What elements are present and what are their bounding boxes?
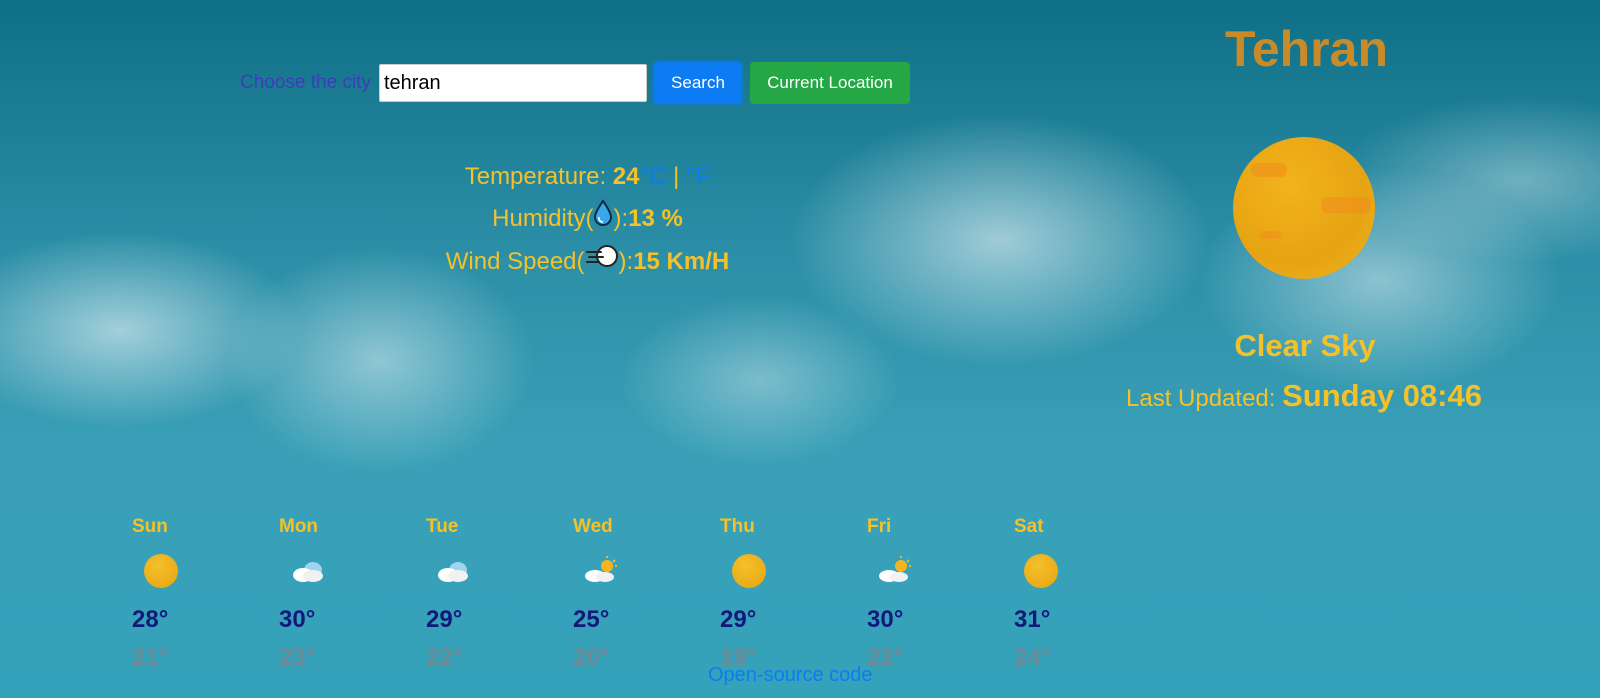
cloud-icon [293, 562, 323, 582]
forecast-day: Mon 30° 23° [279, 516, 369, 672]
sun-icon [144, 554, 178, 588]
sun-icon [1024, 554, 1058, 588]
condition-text: Clear Sky [1234, 328, 1376, 363]
humidity-label-post: ): [613, 205, 629, 232]
forecast-day-name: Sun [132, 516, 168, 537]
partly-cloudy-icon [585, 556, 617, 582]
forecast-day-name: Mon [279, 516, 319, 537]
city-name: Tehran [1225, 21, 1388, 77]
last-updated: Last Updated: Sunday 08:46 [1126, 378, 1506, 414]
forecast-low: 21° [132, 644, 169, 671]
humidity-row: Humidity():13 % [390, 198, 785, 241]
humidity-label-pre: Humidity( [492, 205, 594, 232]
forecast-day: Sun 28° 21° [132, 516, 222, 672]
wind-label-pre: Wind Speed( [445, 247, 585, 275]
last-updated-value: Sunday 08:46 [1282, 378, 1482, 413]
open-source-link[interactable]: Open-source code [708, 664, 873, 687]
forecast-day-name: Sat [1014, 516, 1044, 537]
search-bar: Choose the city Search Current Location [240, 62, 910, 104]
forecast-high: 29° [426, 606, 463, 633]
weather-details: Temperature: 24°C | °F Humidity():13 % W… [390, 156, 785, 283]
temperature-label: Temperature: [464, 163, 613, 190]
humidity-value: 13 % [628, 205, 683, 232]
forecast-low: 22° [426, 644, 463, 671]
last-updated-label: Last Updated: [1126, 385, 1283, 412]
forecast-day-name: Wed [573, 516, 613, 537]
wind-speed-value: 15 Km/H [633, 247, 730, 275]
water-drop-icon [593, 198, 613, 241]
city-label: Choose the city [240, 72, 371, 93]
forecast-low: 22° [867, 644, 904, 671]
forecast-high: 29° [720, 606, 757, 633]
forecast-low: 23° [279, 644, 316, 671]
forecast-high: 30° [867, 606, 904, 633]
current-location-button[interactable]: Current Location [749, 62, 910, 104]
temperature-row: Temperature: 24°C | °F [390, 156, 785, 198]
temperature-value: 24 [612, 163, 640, 190]
forecast-high: 31° [1014, 606, 1051, 633]
forecast-day-name: Thu [720, 516, 755, 537]
forecast-low: 24° [1014, 644, 1051, 671]
forecast-day-name: Tue [426, 516, 459, 537]
forecast-day: Thu 29° 19° [720, 516, 810, 672]
wind-label-post: ): [618, 247, 634, 275]
partly-cloudy-icon [879, 556, 911, 582]
unit-separator: | [666, 163, 687, 190]
forecast-day: Wed 25° 20° [573, 516, 663, 672]
forecast-high: 30° [279, 606, 316, 633]
celsius-unit-link[interactable]: °C [640, 163, 667, 190]
sun-icon [732, 554, 766, 588]
forecast-day: Fri 30° 22° [867, 516, 957, 672]
forecast-day: Sat 31° 24° [1014, 516, 1104, 672]
wind-face-icon [585, 241, 619, 283]
sun-icon [1233, 137, 1375, 279]
cloud-icon [438, 562, 468, 582]
forecast-day-name: Fri [867, 516, 892, 537]
forecast-day: Tue 29° 22° [426, 516, 516, 672]
forecast-high: 25° [573, 606, 610, 633]
city-search-input[interactable] [378, 64, 647, 102]
search-button[interactable]: Search [653, 62, 742, 104]
forecast-high: 28° [132, 606, 169, 633]
fahrenheit-unit-link[interactable]: °F [686, 163, 710, 190]
wind-row: Wind Speed():15 Km/H [390, 241, 785, 284]
forecast-low: 20° [573, 644, 610, 671]
